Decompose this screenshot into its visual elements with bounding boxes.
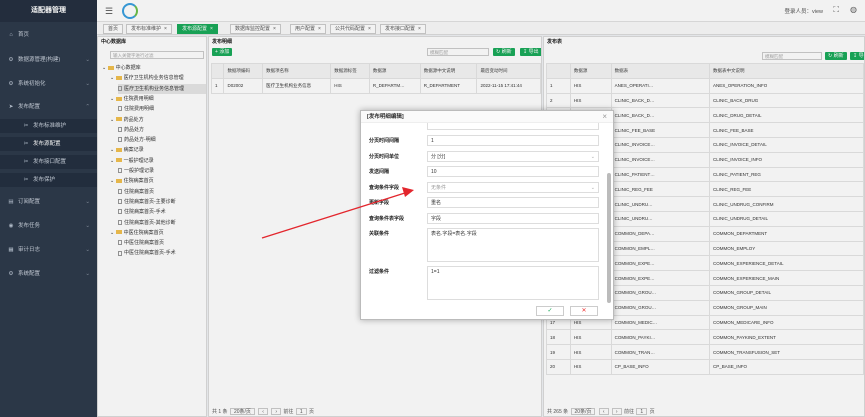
arrow-line: [261, 191, 409, 239]
arrow-head: [402, 187, 414, 197]
annotation-arrow: [261, 187, 414, 239]
